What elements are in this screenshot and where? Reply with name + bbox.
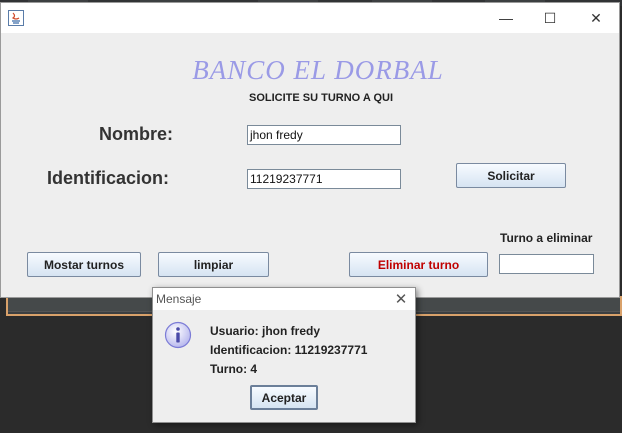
main-window: — ☐ ✕ BANCO EL DORBAL SOLICITE SU TURNO …: [0, 2, 620, 298]
info-icon: [164, 321, 192, 349]
turno-eliminar-label: Turno a eliminar: [500, 231, 593, 245]
nombre-label: Nombre:: [99, 124, 174, 144]
dialog-close-icon[interactable]: ✕: [391, 290, 411, 308]
dialog-title-bar: Mensaje ✕: [153, 288, 415, 310]
turno-eliminar-input[interactable]: [499, 254, 594, 274]
limpiar-button[interactable]: limpiar: [158, 252, 269, 277]
message-usuario: Usuario: jhon fredy: [210, 324, 321, 338]
subtitle: SOLICITE SU TURNO A QUI: [249, 92, 394, 104]
nombre-input[interactable]: jhon fredy: [247, 125, 401, 145]
identificacion-label: Identificacion:: [47, 168, 170, 188]
java-app-icon: [8, 10, 24, 26]
message-dialog: Mensaje ✕ Usuario: jhon fredy Identifica…: [152, 287, 416, 423]
mostrar-turnos-button[interactable]: Mostar turnos: [27, 252, 141, 277]
message-identificacion: Identificacion: 11219237771: [210, 343, 368, 357]
solicitar-button[interactable]: Solicitar: [456, 163, 566, 188]
message-turno: Turno: 4: [210, 362, 258, 376]
eliminar-turno-button[interactable]: Eliminar turno: [349, 252, 488, 277]
minimize-icon[interactable]: —: [491, 7, 521, 29]
dialog-title: Mensaje: [156, 292, 202, 306]
title-bar: — ☐ ✕: [1, 3, 619, 33]
bank-title: BANCO EL DORBAL: [192, 55, 444, 85]
close-icon[interactable]: ✕: [581, 7, 611, 29]
identificacion-input[interactable]: 11219237771: [247, 169, 401, 189]
maximize-icon[interactable]: ☐: [535, 7, 565, 29]
aceptar-button[interactable]: Aceptar: [250, 385, 318, 410]
